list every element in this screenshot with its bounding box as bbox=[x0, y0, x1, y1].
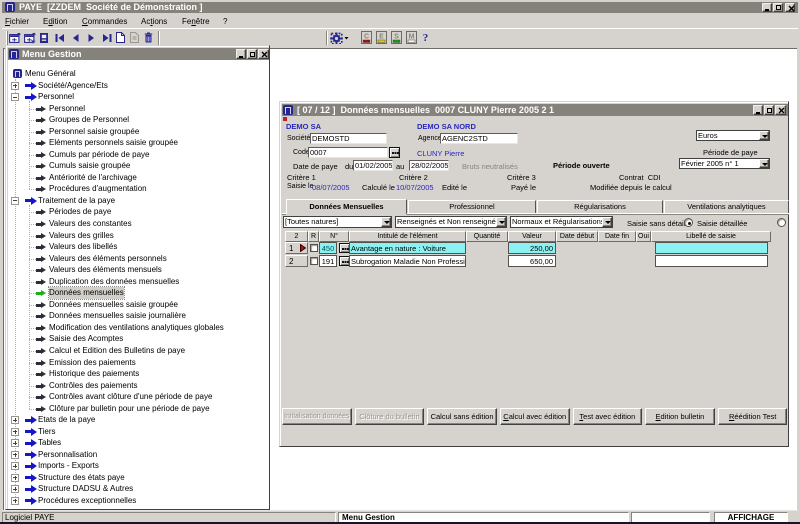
svg-text:M: M bbox=[409, 34, 415, 41]
svg-text:S: S bbox=[394, 34, 399, 41]
svg-text:?: ? bbox=[423, 32, 429, 44]
svg-text:C: C bbox=[364, 34, 369, 41]
svg-text:E: E bbox=[379, 34, 384, 41]
